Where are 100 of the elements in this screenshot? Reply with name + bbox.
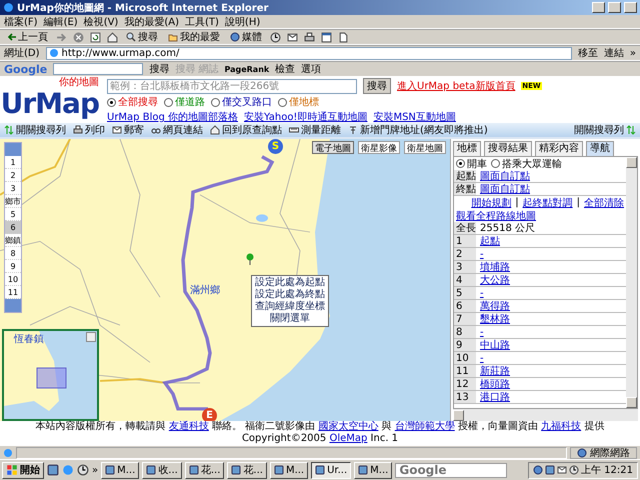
search-scope-radio[interactable]: 僅地標 [278,95,319,109]
horizontal-scrollbar[interactable] [453,409,638,421]
deskbar-search-field[interactable]: Google [395,462,508,478]
road-link[interactable]: 大公路 [476,273,510,287]
strip-tool[interactable]: 開關搜尋列 [4,123,66,137]
strip-tool[interactable]: 新增門牌地址(網友即將推出) [348,123,488,137]
panel-tab[interactable]: 導航 [586,141,614,156]
context-menu-item[interactable]: 設定此處為終點 [255,289,325,301]
road-link[interactable]: 萬得路 [476,299,510,313]
overview-map[interactable]: 恆春鎮 [2,329,99,421]
go-button[interactable]: 移至 [578,46,598,60]
search-scope-radio[interactable]: 僅交叉路口 [211,95,272,109]
road-link[interactable]: 新莊路 [476,364,510,378]
toolbar-button[interactable]: 搜尋 [124,30,160,44]
road-link[interactable]: 中山路 [476,338,510,352]
travel-mode-radio[interactable]: 搭乘大眾運輸 [491,156,562,170]
home-icon[interactable] [107,32,118,42]
zoom-level[interactable]: 鄉市 [5,195,21,208]
menu-item[interactable]: 工具(T) [185,14,219,28]
road-link[interactable]: 墾林路 [476,312,510,326]
beta-link[interactable]: 進入UrMap beta新版首頁 [397,79,516,93]
road-link[interactable]: - [476,352,484,364]
pin-icon[interactable] [246,253,254,265]
strip-tool[interactable]: 回到原查詢點 [210,123,282,137]
toolbar-button[interactable]: 上一頁 [4,30,50,44]
minimize-button[interactable] [592,2,605,13]
zoom-level[interactable]: 2 [5,169,21,182]
zoom-level[interactable]: 10 [5,273,21,286]
header-link[interactable]: 安裝MSN互動地圖 [373,110,456,124]
action-link[interactable]: 開始規劃 [471,196,512,210]
travel-mode-radio[interactable]: 開車 [456,156,487,170]
spell-check-button[interactable]: 檢查 [275,62,296,76]
address-search-field[interactable]: 範例：台北縣板橋市文化路一段266號 [107,78,357,94]
taskbar-button[interactable]: 收... [142,462,182,478]
panel-tab[interactable]: 搜尋結果 [484,141,532,156]
panel-tab[interactable]: 地標 [453,141,481,156]
start-button[interactable]: 開始 [2,462,44,478]
menu-item[interactable]: 我的最愛(A) [124,14,179,28]
header-link[interactable]: 安裝Yahoo!即時通互動地圖 [244,110,368,124]
app-icon[interactable] [47,464,59,476]
endpoint-link[interactable]: 圖面自訂點 [476,182,530,196]
header-link[interactable]: UrMap Blog 你的地圖部落格 [107,110,238,124]
footer-link[interactable]: 台灣師範大學 [394,421,455,432]
vertical-scrollbar[interactable] [626,157,637,408]
zoom-level[interactable]: 8 [5,247,21,260]
maximize-button[interactable] [608,2,621,13]
taskbar-button[interactable]: M... [101,462,140,478]
context-menu-item[interactable]: 查詢經緯度坐標 [255,301,325,313]
footer-link[interactable]: OleMap [329,433,368,444]
taskbar-button[interactable]: 花... [227,462,267,478]
map-type-button[interactable]: 衛星地圖 [404,141,446,154]
road-link[interactable]: 港口路 [476,390,510,404]
action-link[interactable]: 全部清除 [584,196,624,210]
footer-link[interactable]: 九福科技 [541,421,582,432]
close-button[interactable] [624,2,637,13]
zoom-level[interactable]: 鄉鎮 [5,234,21,247]
printer-icon[interactable] [304,32,315,42]
strip-tool[interactable]: 開關搜尋列 [574,123,636,137]
taskbar-button[interactable]: 花... [184,462,224,478]
clock-icon[interactable] [77,464,89,476]
address-field[interactable]: http://www.urmap.com/ [46,46,572,60]
links-label[interactable]: 連結 [604,46,624,60]
zoom-level[interactable]: 1 [5,156,21,169]
options-button[interactable]: 選項 [301,62,322,76]
road-link[interactable]: - [476,288,484,298]
menu-item[interactable]: 編輯(E) [44,14,78,28]
road-link[interactable]: - [476,326,484,338]
envelope-icon[interactable] [287,32,298,42]
road-link[interactable]: 橋頭路 [476,377,510,391]
window-icon[interactable] [321,32,332,42]
taskbar-button[interactable]: Ur... [311,462,352,478]
map-type-button[interactable]: 衛星影像 [358,141,400,154]
zoom-level[interactable]: 9 [5,260,21,273]
zoom-slider[interactable]: 1 2 3 鄉市 5 6 鄉鎮 8 9 10 11 [4,142,22,313]
toolbar-button[interactable]: 我的最愛 [166,30,222,44]
document-icon[interactable] [338,32,349,42]
menu-item[interactable]: 說明(H) [224,14,260,28]
action-link[interactable]: 起終點對調 [522,196,573,210]
collapse-button[interactable] [86,332,96,342]
road-link[interactable]: 墳埔路 [476,260,510,274]
clock-icon[interactable] [270,32,281,42]
google-search-field[interactable] [53,63,144,75]
context-menu-item[interactable]: 設定此處為起點 [255,277,325,289]
zoom-level[interactable]: 3 [5,182,21,195]
taskbar-button[interactable]: M... [270,462,308,478]
footer-link[interactable]: 國家太空中心 [318,421,378,432]
strip-tool[interactable]: 測量距離 [289,123,341,137]
search-scope-radio[interactable]: 僅道路 [164,95,205,109]
zoom-level[interactable]: 6 [5,221,21,234]
menu-item[interactable]: 檔案(F) [4,14,38,28]
panel-tab[interactable]: 精彩內容 [535,141,583,156]
strip-tool[interactable]: 網頁連結 [151,123,203,137]
context-menu-item[interactable]: 關閉選單 [255,313,325,325]
search-scope-radio[interactable]: 全部搜尋 [107,95,158,109]
footer-link[interactable]: 友通科技 [168,421,209,432]
chevron-icon[interactable]: » [630,48,636,58]
toolbar-button[interactable]: 媒體 [228,30,264,44]
google-search-button[interactable]: 搜尋 [149,62,170,76]
refresh-icon[interactable] [90,32,101,42]
menu-item[interactable]: 檢視(V) [84,14,118,28]
